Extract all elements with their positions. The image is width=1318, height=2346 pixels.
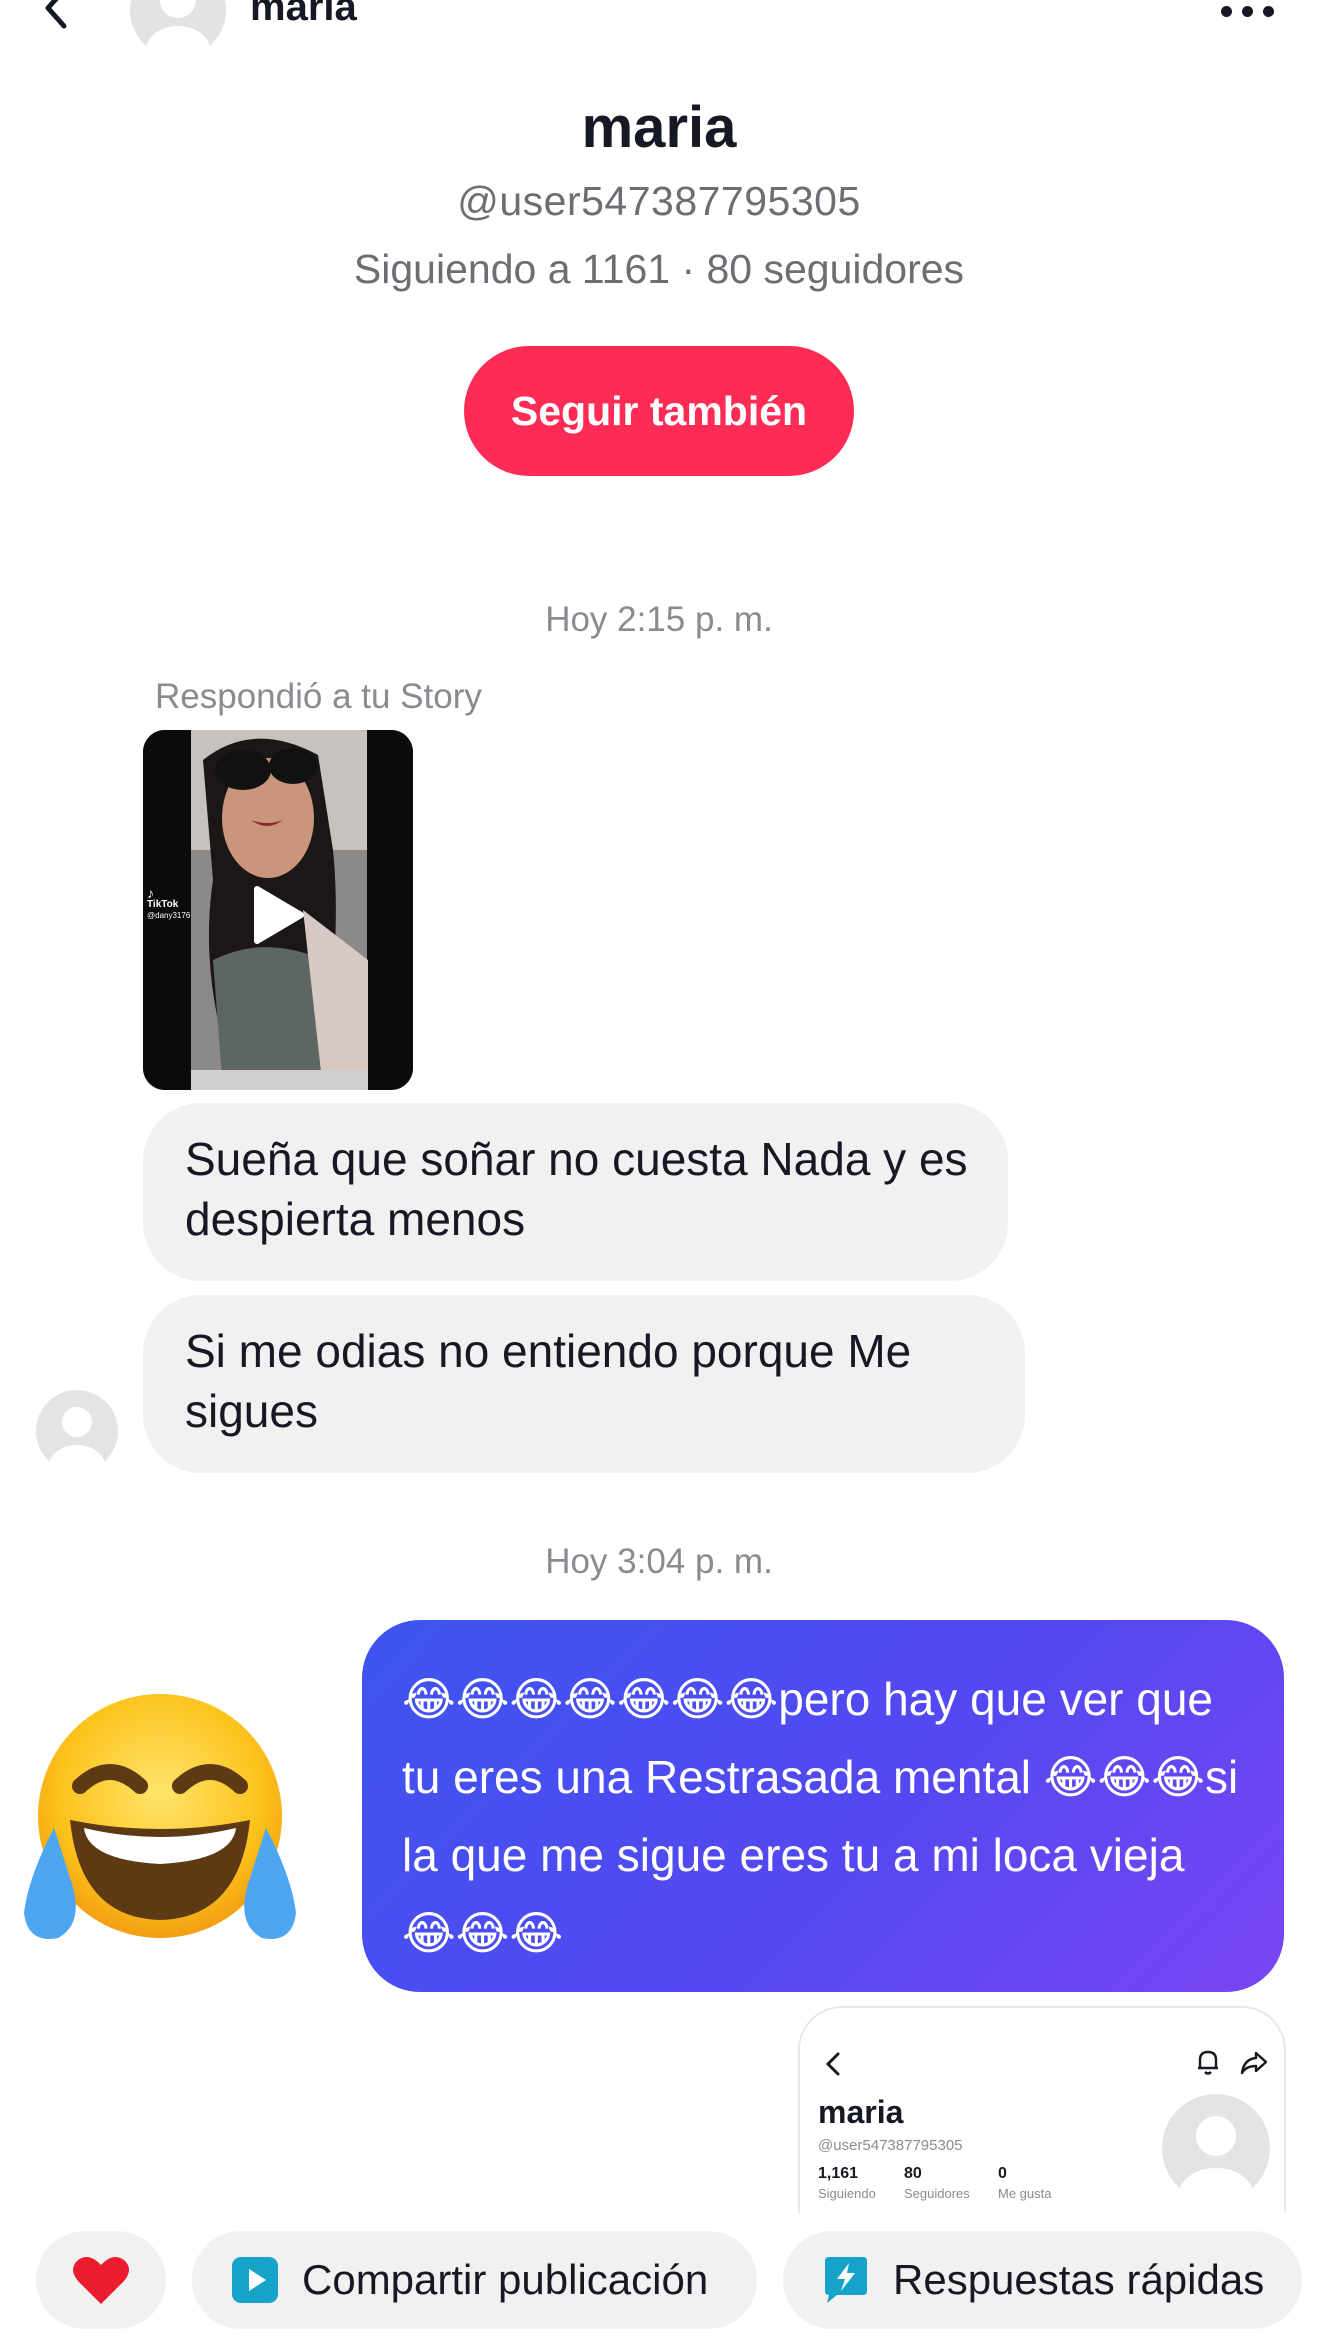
sender-avatar[interactable]: [36, 1390, 118, 1472]
heart-reaction-button[interactable]: [36, 2231, 166, 2329]
tiktok-watermark: ♪ TikTok @dany3176: [147, 885, 191, 920]
card-following-count: 1,161: [818, 2165, 859, 2182]
quick-replies-button[interactable]: Respuestas rápidas: [783, 2231, 1302, 2329]
card-likes-count: 0: [998, 2165, 1007, 2182]
play-icon[interactable]: [235, 875, 315, 955]
big-emoji-reaction[interactable]: 😂: [18, 1688, 303, 1948]
sent-message[interactable]: 😂😂😂😂😂😂😂pero hay que ver que tu eres una …: [362, 1620, 1284, 1992]
story-reply-note: Respondió a tu Story: [155, 677, 482, 716]
card-bell-icon: [1195, 2048, 1221, 2076]
card-handle: @user547387795305: [818, 2137, 963, 2154]
card-name: maria: [818, 2094, 904, 2130]
play-square-icon: [232, 2257, 278, 2303]
card-following-label: Siguiendo: [818, 2186, 876, 2201]
shared-profile-card[interactable]: maria @user547387795305 1,161 Siguiendo …: [798, 2006, 1286, 2213]
card-followers-label: Seguidores: [904, 2186, 970, 2201]
card-avatar: [1162, 2094, 1270, 2202]
card-followers-count: 80: [904, 2165, 922, 2182]
timestamp-2: Hoy 3:04 p. m.: [545, 1542, 773, 1581]
header-username[interactable]: maria: [250, 0, 357, 32]
lightning-bubble-icon: [825, 2257, 867, 2303]
card-share-icon: [1240, 2050, 1268, 2076]
card-likes-label: Me gusta: [998, 2186, 1052, 2201]
profile-handle: @user547387795305: [457, 178, 861, 224]
follow-back-button[interactable]: Seguir también: [464, 346, 854, 476]
more-dots-icon[interactable]: [1218, 0, 1278, 24]
share-post-label: Compartir publicación: [302, 2256, 709, 2303]
share-post-button[interactable]: Compartir publicación: [192, 2231, 757, 2329]
profile-name: maria: [581, 95, 737, 160]
card-back-icon: [822, 2050, 844, 2078]
header-avatar[interactable]: [130, 0, 226, 58]
quick-replies-label: Respuestas rápidas: [893, 2256, 1265, 2303]
story-thumbnail[interactable]: ♪ TikTok @dany3176: [143, 730, 413, 1090]
heart-icon: [73, 2256, 129, 2304]
chevron-left-icon[interactable]: [40, 0, 90, 40]
received-message-1[interactable]: Sueña que soñar no cuesta Nada y es desp…: [143, 1103, 1008, 1281]
timestamp-1: Hoy 2:15 p. m.: [545, 600, 773, 639]
received-message-2[interactable]: Si me odias no entiendo porque Me sigues: [143, 1295, 1025, 1473]
profile-stats: Siguiendo a 1161 · 80 seguidores: [353, 246, 965, 292]
